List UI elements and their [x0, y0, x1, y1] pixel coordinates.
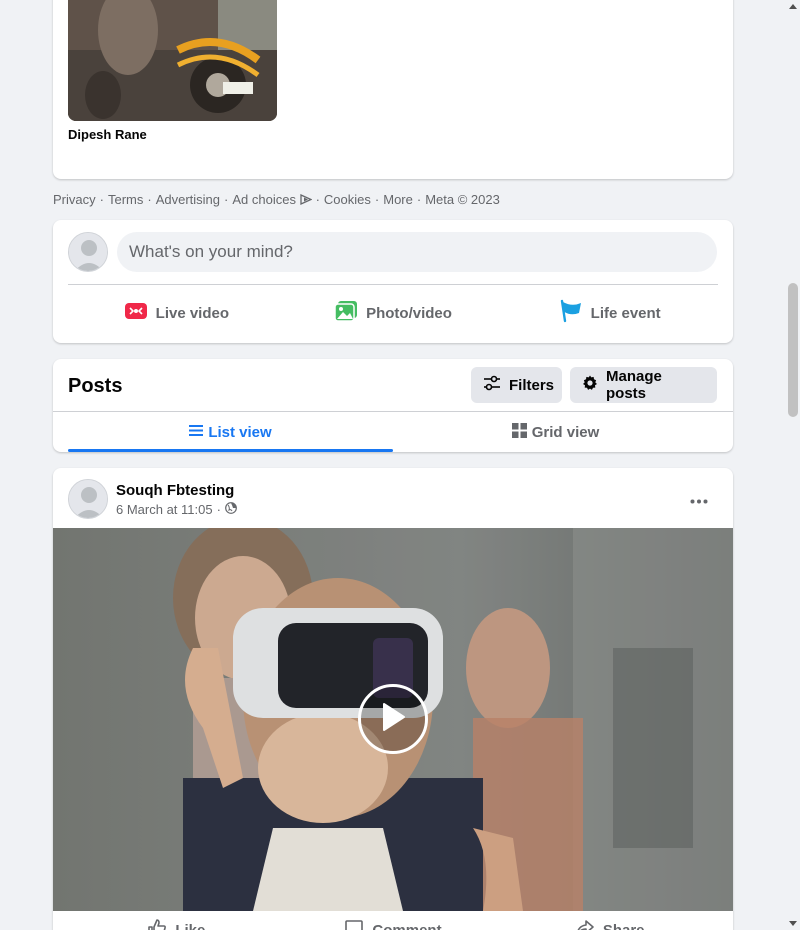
photo-video-label: Photo/video [366, 304, 452, 322]
footer-link-terms[interactable]: Terms [108, 192, 143, 207]
share-icon [575, 918, 595, 930]
friends-card: Dipesh Rane [53, 0, 733, 179]
tab-list-view[interactable]: List view [68, 412, 393, 452]
scroll-down-arrow[interactable] [789, 921, 797, 926]
ad-choices-icon [299, 192, 313, 207]
footer-link-advertising[interactable]: Advertising [156, 192, 220, 207]
footer-copyright: Meta © 2023 [425, 192, 500, 207]
footer-link-ad-choices[interactable]: Ad choices [232, 192, 296, 207]
whats-on-your-mind-input[interactable]: What's on your mind? [117, 232, 717, 272]
thumbs-up-icon [147, 918, 167, 930]
live-video-button[interactable]: Live video [68, 293, 285, 333]
live-video-label: Live video [155, 304, 230, 322]
posts-header: Posts Filters Manage posts List view Gri… [53, 359, 733, 452]
tab-grid-view[interactable]: Grid view [393, 412, 718, 452]
avatar[interactable] [68, 232, 108, 272]
footer-links: Privacy · Terms · Advertising · Ad choices · Co… [53, 192, 500, 207]
post-video[interactable] [53, 528, 733, 911]
friend-name[interactable]: Dipesh Rane [68, 127, 147, 142]
post-timestamp[interactable]: 6 March at 11:05 [116, 502, 213, 517]
play-button[interactable] [358, 684, 428, 754]
live-video-icon [124, 301, 148, 325]
comment-icon [344, 918, 364, 930]
grid-icon [511, 422, 527, 442]
tab-list-label: List view [208, 423, 272, 441]
posts-title: Posts [68, 375, 123, 397]
flag-icon [559, 299, 583, 327]
divider [68, 284, 718, 285]
more-horizontal-icon [690, 487, 708, 510]
like-button[interactable]: Like [68, 912, 285, 930]
share-button[interactable]: Share [501, 912, 718, 930]
post-meta: 6 March at 11:05 · [116, 502, 237, 517]
manage-posts-button[interactable]: Manage posts [570, 367, 717, 403]
filters-icon [483, 375, 501, 395]
footer-link-cookies[interactable]: Cookies [324, 192, 371, 207]
scrollbar-thumb[interactable] [788, 283, 798, 417]
like-label: Like [175, 921, 206, 930]
more-options-button[interactable] [683, 482, 715, 514]
friend-photo[interactable] [68, 0, 277, 121]
globe-icon[interactable] [225, 502, 237, 517]
meta-separator: · [216, 502, 221, 517]
page-scrollbar[interactable] [785, 0, 800, 930]
play-icon [380, 702, 406, 737]
post-composer: What's on your mind? Live video Photo/vi… [53, 220, 733, 343]
tab-grid-label: Grid view [531, 423, 600, 441]
list-icon [189, 424, 204, 441]
avatar[interactable] [68, 479, 108, 519]
share-label: Share [602, 921, 645, 930]
photo-video-icon [334, 300, 358, 326]
comment-label: Comment [372, 921, 442, 930]
post-card: Souqh Fbtesting 6 March at 11:05 · Like … [53, 468, 733, 930]
life-event-button[interactable]: Life event [501, 293, 718, 333]
life-event-label: Life event [590, 304, 661, 322]
post-author[interactable]: Souqh Fbtesting [116, 482, 234, 499]
scroll-up-arrow[interactable] [789, 4, 797, 9]
manage-posts-label: Manage posts [606, 368, 662, 402]
gear-icon [582, 375, 598, 395]
footer-link-privacy[interactable]: Privacy [53, 192, 96, 207]
footer-link-more[interactable]: More [383, 192, 413, 207]
filters-button[interactable]: Filters [471, 367, 562, 403]
comment-button[interactable]: Comment [285, 912, 502, 930]
photo-video-button[interactable]: Photo/video [285, 293, 502, 333]
filters-label: Filters [509, 376, 555, 394]
